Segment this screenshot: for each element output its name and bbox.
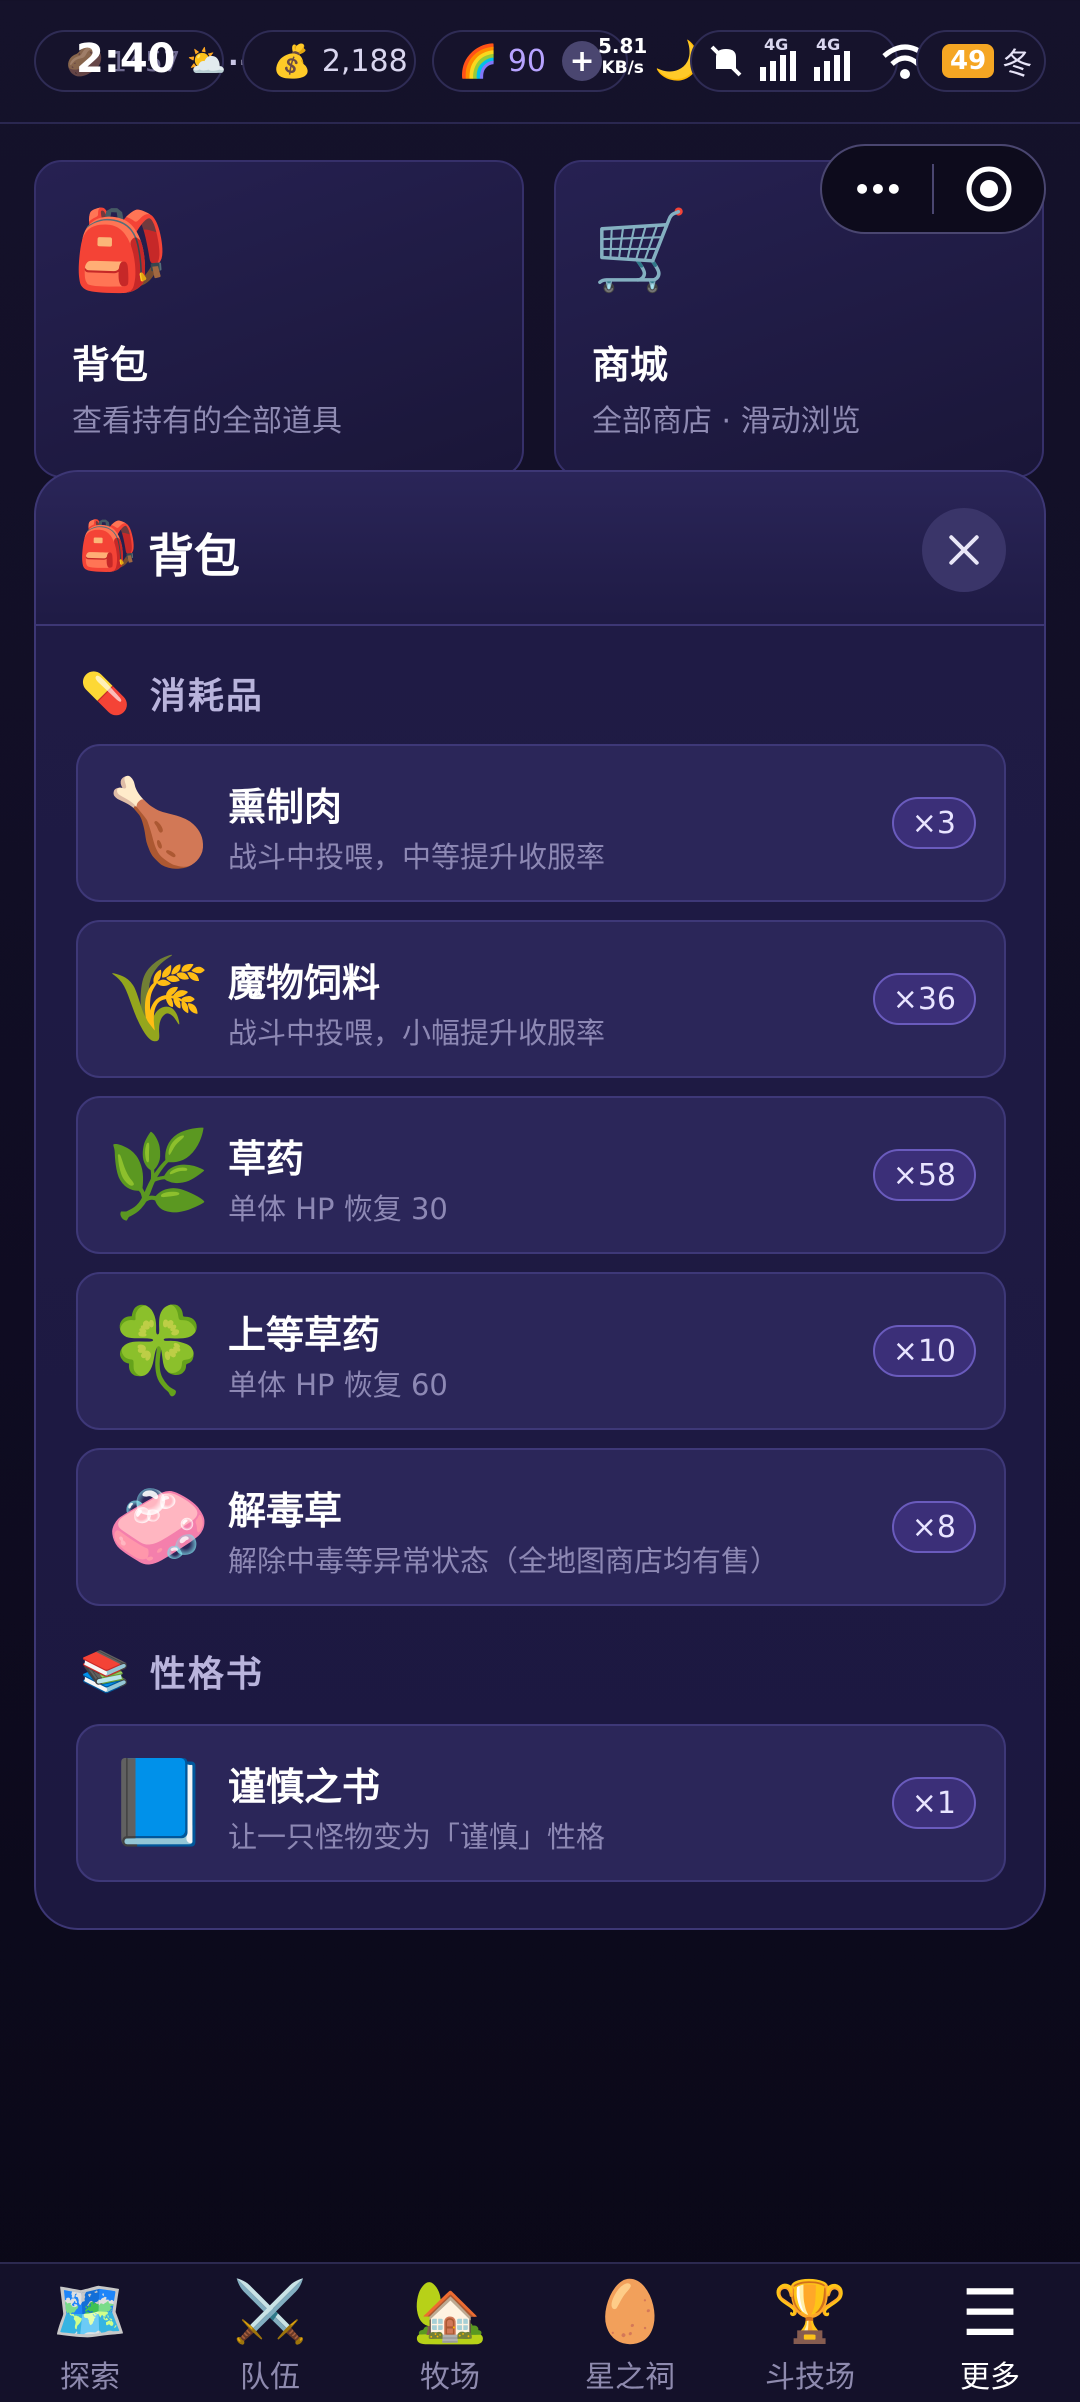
list-item[interactable]: 📘 谨慎之书 让一只怪物变为「谨慎」性格 ×1 xyxy=(76,1724,1006,1882)
shop-card-title: 商城 xyxy=(592,343,669,387)
target-icon xyxy=(966,166,1012,212)
house-icon: 🏡 xyxy=(412,2277,488,2347)
shopping-cart-icon: 🛒 xyxy=(592,206,690,296)
close-button[interactable] xyxy=(922,508,1006,592)
mute-icon xyxy=(710,45,742,77)
item-description: 战斗中投喂，中等提升收服率 xyxy=(228,840,606,874)
nav-item-explore[interactable]: 🗺️ 探索 xyxy=(0,2264,180,2402)
egg-icon: 🥚 xyxy=(592,2277,668,2347)
net-speed-value: 5.81 xyxy=(598,34,648,58)
section-personality-books: 📚 性格书 xyxy=(80,1646,264,1696)
crossed-swords-icon: ⚔️ xyxy=(232,2277,308,2347)
item-description: 单体 HP 恢复 60 xyxy=(228,1368,448,1402)
item-name: 谨慎之书 xyxy=(228,1765,381,1809)
battery-icon: 49 xyxy=(942,44,995,78)
hamburger-menu-icon: ☰ xyxy=(961,2277,1019,2351)
rainbow-icon: 🌈 xyxy=(458,42,498,80)
map-icon: 🗺️ xyxy=(52,2277,128,2347)
menu-dots-button[interactable]: ••• xyxy=(822,146,932,232)
backpack-card-title: 背包 xyxy=(72,343,149,387)
money-bag-icon: 💰 xyxy=(272,42,312,80)
list-item[interactable]: 🍗 熏制肉 战斗中投喂，中等提升收服率 ×3 xyxy=(76,744,1006,902)
books-icon: 📚 xyxy=(80,1648,130,1695)
net-speed-unit: KB/s xyxy=(601,58,644,78)
item-count-badge: ×3 xyxy=(891,797,976,849)
pill-icon: 💊 xyxy=(80,670,130,717)
coins-value: 2,188 xyxy=(321,43,408,79)
nav-label: 星之祠 xyxy=(585,2360,675,2395)
signal-bars-icon: 4G 4G xyxy=(754,35,864,83)
nav-label: 更多 xyxy=(960,2360,1020,2395)
bottom-nav: 🗺️ 探索 ⚔️ 队伍 🏡 牧场 🥚 星之祠 🏆 斗技场 ☰ 更多 xyxy=(0,2262,1080,2402)
item-name: 熏制肉 xyxy=(228,785,343,829)
list-item[interactable]: 🧼 解毒草 解除中毒等异常状态（全地图商店均有售） ×8 xyxy=(76,1448,1006,1606)
signal-pill: 4G 4G xyxy=(690,30,898,92)
item-count-badge: ×8 xyxy=(891,1501,976,1553)
backpack-icon: 🎒 xyxy=(78,518,138,574)
list-item[interactable]: 🍀 上等草药 单体 HP 恢复 60 ×10 xyxy=(76,1272,1006,1430)
meat-icon: 🍗 xyxy=(106,773,211,871)
section-label: 性格书 xyxy=(149,1654,264,1695)
more-icon: ••• xyxy=(853,172,903,206)
network-type-label-2: 4G xyxy=(816,35,841,54)
shop-card-subtitle: 全部商店 · 滑动浏览 xyxy=(592,404,861,439)
item-count-badge: ×1 xyxy=(891,1777,976,1829)
item-description: 让一只怪物变为「谨慎」性格 xyxy=(228,1820,606,1854)
section-label: 消耗品 xyxy=(149,676,264,717)
nav-label: 队伍 xyxy=(240,2360,300,2395)
network-speed: 5.81 KB/s xyxy=(598,36,647,77)
item-description: 解除中毒等异常状态（全地图商店均有售） xyxy=(228,1544,780,1578)
item-name: 解毒草 xyxy=(228,1489,343,1533)
blue-book-icon: 📘 xyxy=(106,1753,211,1851)
item-description: 单体 HP 恢复 30 xyxy=(228,1192,448,1226)
section-consumables: 💊 消耗品 xyxy=(80,668,264,718)
status-bar: 🥔 1457 ⛅ 2:40 ··· 💰 2,188 🌈 90 + 5.81 KB… xyxy=(0,0,1080,124)
close-miniprogram-button[interactable] xyxy=(934,146,1044,232)
nav-item-arena[interactable]: 🏆 斗技场 xyxy=(720,2264,900,2402)
season-label: 冬 xyxy=(1002,47,1033,82)
item-description: 战斗中投喂，小幅提升收服率 xyxy=(228,1016,606,1050)
plus-button[interactable]: + xyxy=(562,41,603,81)
item-count-badge: ×10 xyxy=(872,1325,976,1377)
backpack-card[interactable]: 🎒 背包 查看持有的全部道具 xyxy=(34,160,524,478)
list-item[interactable]: 🌾 魔物饲料 战斗中投喂，小幅提升收服率 ×36 xyxy=(76,920,1006,1078)
weather-icon: ⛅ xyxy=(186,42,227,80)
nav-label: 牧场 xyxy=(420,2360,480,2395)
item-count-badge: ×58 xyxy=(872,1149,976,1201)
network-type-label: 4G xyxy=(764,35,789,54)
rainbow-value: 90 xyxy=(507,43,547,79)
nav-item-ranch[interactable]: 🏡 牧场 xyxy=(360,2264,540,2402)
modal-title: 背包 xyxy=(148,529,240,583)
nav-item-team[interactable]: ⚔️ 队伍 xyxy=(180,2264,360,2402)
nav-label: 探索 xyxy=(60,2360,120,2395)
list-item[interactable]: 🌿 草药 单体 HP 恢复 30 ×58 xyxy=(76,1096,1006,1254)
rice-icon: 🌾 xyxy=(106,949,211,1047)
modal-header: 🎒 背包 xyxy=(36,472,1044,626)
trophy-icon: 🏆 xyxy=(772,2277,848,2347)
soap-icon: 🧼 xyxy=(106,1477,211,1575)
item-count-badge: ×36 xyxy=(872,973,976,1025)
backpack-icon: 🎒 xyxy=(72,206,170,296)
miniprogram-capsule: ••• xyxy=(820,144,1046,234)
herb-icon: 🌿 xyxy=(106,1125,211,1223)
clover-icon: 🍀 xyxy=(106,1301,211,1399)
backpack-card-subtitle: 查看持有的全部道具 xyxy=(72,404,342,439)
battery-pill: 49 冬 xyxy=(916,30,1046,92)
item-name: 魔物饲料 xyxy=(228,961,381,1005)
item-name: 上等草药 xyxy=(228,1313,381,1357)
backpack-modal: 🎒 背包 💊 消耗品 🍗 熏制肉 战斗中投喂，中等提升收服率 ×3 🌾 魔物饲料… xyxy=(34,470,1046,1930)
nav-label: 斗技场 xyxy=(765,2360,855,2395)
coins-pill[interactable]: 💰 2,188 xyxy=(242,30,416,92)
clock: 2:40 xyxy=(76,36,176,82)
item-name: 草药 xyxy=(228,1137,305,1181)
nav-item-more[interactable]: ☰ 更多 xyxy=(900,2264,1080,2402)
nav-item-star-shrine[interactable]: 🥚 星之祠 xyxy=(540,2264,720,2402)
